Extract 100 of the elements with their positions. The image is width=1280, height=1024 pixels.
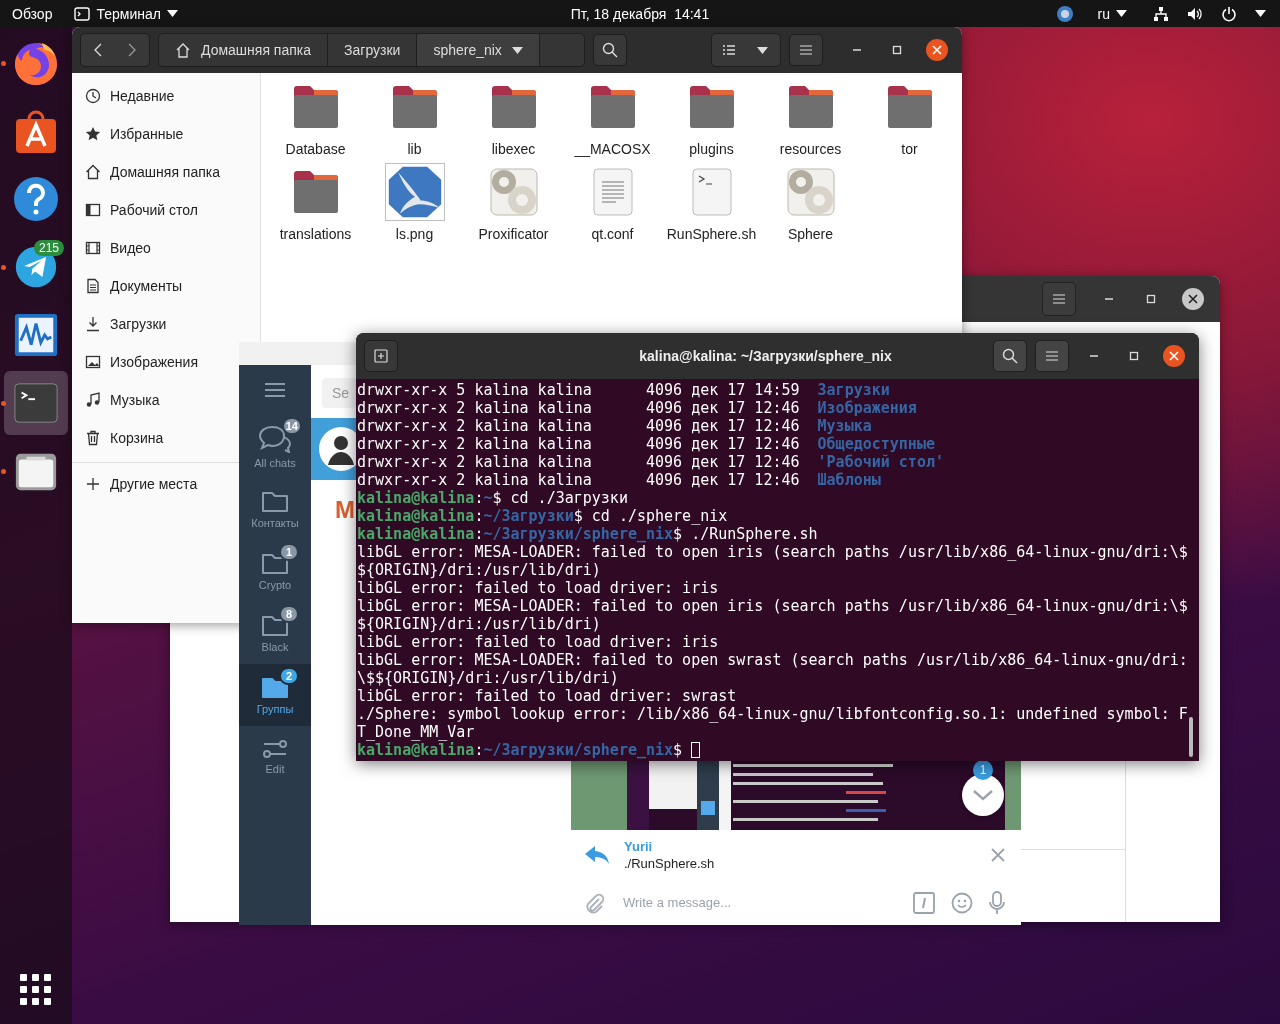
- sidebar-item[interactable]: Недавние: [72, 77, 238, 115]
- file-item[interactable]: Database: [266, 77, 365, 158]
- file-item[interactable]: lib: [365, 77, 464, 158]
- file-item[interactable]: libexec: [464, 77, 563, 158]
- caret-icon: [1116, 10, 1127, 17]
- file-item[interactable]: Proxificator: [464, 162, 563, 243]
- sidebar-item[interactable]: Другие места: [72, 465, 238, 503]
- sidebar-item[interactable]: Загрузки: [72, 305, 238, 343]
- search-button[interactable]: [592, 34, 627, 66]
- app-indicator-icon[interactable]: [1055, 4, 1074, 23]
- folder-tab[interactable]: 2 Группы: [239, 664, 311, 726]
- music-note-icon: [85, 392, 101, 408]
- output-line: ${ORIGIN}/dri:/usr/lib/dri): [357, 615, 601, 633]
- prompt-user: kalina@kalina: [357, 741, 475, 759]
- paperclip-icon[interactable]: [583, 891, 605, 914]
- menu-button[interactable]: [1042, 282, 1076, 316]
- close-button[interactable]: [1163, 345, 1185, 367]
- listing-line: drwxr-xr-x 2 kalina kalina 4096 дек 17 12:46: [357, 435, 800, 453]
- app-grid-icon[interactable]: [20, 974, 52, 1006]
- file-item[interactable]: qt.conf: [563, 162, 662, 243]
- prompt-separator: :: [474, 741, 484, 759]
- gear-icon: [786, 168, 835, 216]
- menu-icon: [798, 44, 813, 56]
- power-icon[interactable]: [1221, 5, 1237, 22]
- prompt-path: ~: [483, 489, 493, 507]
- emoji-icon[interactable]: [951, 891, 973, 914]
- folder-tab[interactable]: Контакты: [239, 478, 311, 540]
- file-item[interactable]: translations: [266, 162, 365, 243]
- sidebar-item[interactable]: Изображения: [72, 343, 238, 381]
- document-icon: [85, 278, 101, 294]
- command-text: $ cd ./sphere_nix: [573, 507, 728, 525]
- output-line: \$${ORIGIN}/dri:/usr/lib/dri): [357, 669, 619, 687]
- directory-name: Шаблоны: [817, 471, 881, 489]
- caret-icon[interactable]: [1255, 10, 1266, 17]
- folder-tab[interactable]: 14 All chats: [239, 416, 311, 478]
- output-line: ${ORIGIN}/dri:/usr/lib/dri): [357, 561, 601, 579]
- folder-icon: [291, 85, 340, 129]
- file-item[interactable]: Sphere: [761, 162, 860, 243]
- unread-count: 14: [281, 417, 302, 435]
- path-segment[interactable]: Домашняя папка: [159, 34, 329, 66]
- search-button[interactable]: [993, 340, 1027, 372]
- dock-item[interactable]: 215: [4, 235, 68, 299]
- output-line: libGL error: failed to load driver: iris: [357, 579, 719, 597]
- unread-count: 1: [279, 543, 299, 561]
- path-segment[interactable]: sphere_nix: [417, 34, 540, 66]
- file-item[interactable]: resources: [761, 77, 860, 158]
- new-tab-button[interactable]: [364, 340, 398, 372]
- activities-button[interactable]: Обзор: [12, 5, 53, 22]
- sidebar-item[interactable]: Рабочий стол: [72, 191, 238, 229]
- listing-line: drwxr-xr-x 2 kalina kalina 4096 дек 17 12:46: [357, 417, 800, 435]
- file-item[interactable]: __MACOSX: [563, 77, 662, 158]
- menu-button[interactable]: [788, 34, 823, 66]
- microphone-icon[interactable]: [989, 890, 1005, 915]
- message-input[interactable]: Write a message...: [621, 886, 897, 919]
- prompt-separator: :: [474, 507, 484, 525]
- menu-button[interactable]: [1035, 340, 1069, 372]
- file-item[interactable]: RunSphere.sh: [662, 162, 761, 243]
- desktop-icon: [85, 202, 101, 218]
- close-button[interactable]: [1182, 288, 1204, 310]
- chat-list-item[interactable]: [311, 418, 356, 480]
- sidebar-item[interactable]: Корзина: [72, 419, 238, 457]
- plus-icon: [85, 476, 101, 492]
- close-icon[interactable]: [991, 848, 1005, 862]
- output-line: libGL error: MESA-LOADER: failed to open swrast (search paths /usr/lib/x86_64-linux-gnu/dri:: [357, 651, 1188, 669]
- folder-tab[interactable]: 8 Black: [239, 602, 311, 664]
- film-icon: [85, 240, 101, 256]
- folder-icon: [786, 85, 835, 129]
- maximize-icon: [891, 44, 903, 56]
- caret-icon: [757, 46, 769, 54]
- help-icon: [12, 175, 60, 223]
- clock[interactable]: Пт, 18 декабря 14:41: [570, 5, 710, 22]
- output-line: T_Done_MM_Var: [357, 723, 475, 741]
- file-item[interactable]: ls.png: [365, 162, 464, 243]
- folder-tab[interactable]: 1 Crypto: [239, 540, 311, 602]
- gear-icon: [489, 168, 538, 216]
- sidebar-item[interactable]: Видео: [72, 229, 238, 267]
- trash-icon: [85, 430, 101, 446]
- close-button[interactable]: [926, 39, 948, 61]
- chevron-down-icon: [972, 789, 994, 801]
- sidebar-item[interactable]: Музыка: [72, 381, 238, 419]
- sidebar-item[interactable]: Избранные: [72, 115, 238, 153]
- app-menu-button[interactable]: Терминал: [74, 5, 178, 22]
- folder-tab[interactable]: Edit: [239, 726, 311, 788]
- network-icon[interactable]: [1153, 5, 1169, 22]
- menu-icon[interactable]: [265, 383, 285, 397]
- output-line: libGL error: failed to load driver: swrast: [357, 687, 737, 705]
- file-item[interactable]: tor: [860, 77, 959, 158]
- caret-icon: [166, 10, 178, 17]
- sidebar-item[interactable]: Документы: [72, 267, 238, 305]
- search-icon: [601, 42, 618, 58]
- download-icon: [85, 316, 101, 332]
- keyboard-layout-button[interactable]: ru: [1097, 5, 1127, 22]
- sidebar-item[interactable]: Домашняя папка: [72, 153, 238, 191]
- activity-graph-icon: [13, 312, 59, 358]
- minimize-icon: [1089, 355, 1099, 357]
- prompt-user: kalina@kalina: [357, 507, 475, 525]
- script-file-icon: [691, 168, 732, 216]
- command-icon[interactable]: [913, 891, 935, 914]
- home-icon: [85, 164, 101, 180]
- file-item[interactable]: plugins: [662, 77, 761, 158]
